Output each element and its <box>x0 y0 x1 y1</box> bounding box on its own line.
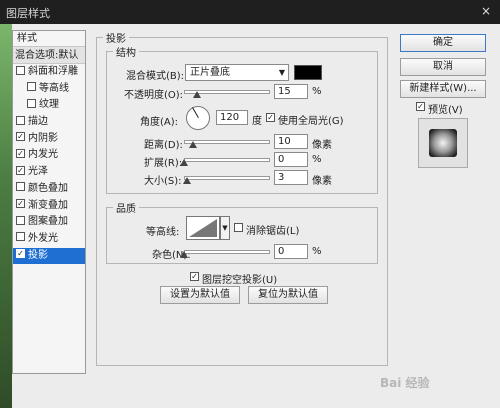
style-item-label: 斜面和浮雕 <box>28 66 78 77</box>
style-item-checkbox[interactable] <box>27 82 36 92</box>
opacity-label: 不透明度(O): <box>124 90 184 101</box>
structure-title: 结构 <box>116 48 136 59</box>
style-item-label: 渐变叠加 <box>28 199 68 211</box>
window-title: 图层样式 <box>6 7 50 20</box>
style-preview-thumbnail <box>418 118 468 168</box>
knockout-checkbox[interactable]: ✓ <box>190 272 199 281</box>
style-item-label: 光泽 <box>28 166 48 178</box>
spread-input[interactable]: 0 <box>274 152 308 167</box>
size-input[interactable]: 3 <box>274 170 308 185</box>
style-item[interactable]: 外发光 <box>13 231 85 248</box>
size-slider-thumb[interactable] <box>183 177 191 184</box>
angle-dial[interactable] <box>186 106 210 130</box>
style-item-label: 内阴影 <box>28 132 58 144</box>
style-item-label: 等高线 <box>39 82 69 94</box>
spread-label: 扩展(R): <box>144 158 183 169</box>
quality-title: 品质 <box>116 204 136 215</box>
style-item-checkbox[interactable]: ✓ <box>16 249 25 259</box>
contour-label: 等高线: <box>146 227 180 238</box>
style-item-label: 纹理 <box>39 99 59 111</box>
style-item[interactable]: ✓ 投影 <box>13 247 85 265</box>
style-item[interactable]: ✓ 渐变叠加 <box>13 198 85 215</box>
global-light-checkbox[interactable]: ✓ <box>266 113 275 122</box>
noise-slider[interactable] <box>184 250 270 254</box>
size-label: 大小(S): <box>144 176 182 187</box>
style-item[interactable]: 纹理 <box>13 97 85 114</box>
styles-header[interactable]: 样式 <box>13 31 85 47</box>
style-item[interactable]: ✓ 内发光 <box>13 147 85 164</box>
chevron-down-icon: ▼ <box>278 68 285 77</box>
reset-default-button[interactable]: 复位为默认值 <box>248 286 328 304</box>
angle-label: 角度(A): <box>140 117 179 128</box>
angle-input[interactable]: 120 <box>216 110 248 125</box>
noise-slider-thumb[interactable] <box>180 251 188 258</box>
antialias-label: 消除锯齿(L) <box>246 226 300 237</box>
title-bar: 图层样式 × <box>0 0 500 24</box>
style-item-checkbox[interactable] <box>27 98 36 108</box>
shadow-color-swatch[interactable] <box>294 65 322 80</box>
noise-unit: % <box>312 246 322 257</box>
drop-shadow-title: 投影 <box>106 34 126 45</box>
preview-label: 预览(V) <box>428 105 463 116</box>
style-item[interactable]: 等高线 <box>13 81 85 98</box>
style-item[interactable]: 斜面和浮雕 <box>13 64 85 81</box>
knockout-label: 图层挖空投影(U) <box>202 275 278 286</box>
cancel-button[interactable]: 取消 <box>400 58 486 76</box>
style-item-checkbox[interactable] <box>16 182 25 192</box>
style-item-checkbox[interactable] <box>16 115 25 125</box>
style-item-checkbox[interactable]: ✓ <box>16 148 25 158</box>
distance-label: 距离(D): <box>144 140 183 151</box>
new-style-button[interactable]: 新建样式(W)... <box>400 80 486 98</box>
opacity-unit: % <box>312 86 322 97</box>
close-icon[interactable]: × <box>478 3 494 19</box>
preview-checkbox[interactable]: ✓ <box>416 102 425 111</box>
style-item-checkbox[interactable]: ✓ <box>16 165 25 175</box>
style-item[interactable]: 颜色叠加 <box>13 181 85 198</box>
style-item[interactable]: ✓ 内阴影 <box>13 131 85 148</box>
size-unit: 像素 <box>312 176 332 187</box>
contour-picker[interactable]: ▼ <box>186 216 230 240</box>
style-item[interactable]: 描边 <box>13 114 85 131</box>
opacity-input[interactable]: 15 <box>274 84 308 99</box>
style-item-checkbox[interactable] <box>16 232 25 242</box>
style-item[interactable]: ✓ 光泽 <box>13 164 85 181</box>
style-item-label: 内发光 <box>28 149 58 161</box>
global-light-label: 使用全局光(G) <box>278 116 344 127</box>
ok-button[interactable]: 确定 <box>400 34 486 52</box>
style-item-checkbox[interactable] <box>16 65 25 75</box>
chevron-down-icon[interactable]: ▼ <box>220 216 230 240</box>
style-item-label: 投影 <box>28 249 48 261</box>
blend-options-item[interactable]: 混合选项:默认 <box>13 47 85 64</box>
distance-input[interactable]: 10 <box>274 134 308 149</box>
contour-curve-icon <box>189 219 217 237</box>
angle-unit: 度 <box>252 116 262 127</box>
blend-mode-label: 混合模式(B): <box>126 71 185 82</box>
styles-list: 样式 混合选项:默认 斜面和浮雕 等高线 纹理 描边 ✓ 内阴影 ✓ 内发光 ✓ 光泽 颜色叠加 ✓ 渐… <box>12 30 86 374</box>
style-item-checkbox[interactable] <box>16 215 25 225</box>
angle-needle <box>192 107 199 118</box>
style-item-label: 描边 <box>28 116 48 128</box>
spread-slider[interactable] <box>184 158 270 162</box>
style-item-checkbox[interactable]: ✓ <box>16 199 25 208</box>
distance-unit: 像素 <box>312 140 332 151</box>
style-item-checkbox[interactable]: ✓ <box>16 132 25 142</box>
style-item-label: 外发光 <box>28 232 58 244</box>
spread-unit: % <box>312 154 322 165</box>
spread-slider-thumb[interactable] <box>180 159 188 166</box>
preview-swatch <box>429 129 457 157</box>
make-default-button[interactable]: 设置为默认值 <box>160 286 240 304</box>
background-canvas-strip <box>0 24 12 408</box>
size-slider[interactable] <box>184 176 270 180</box>
style-item[interactable]: 图案叠加 <box>13 214 85 231</box>
drop-shadow-panel: 投影 结构 混合模式(B): 正片叠底 ▼ 不透明度(O): 15 % 角度(A… <box>96 30 390 370</box>
antialias-checkbox[interactable] <box>234 223 243 232</box>
style-item-label: 颜色叠加 <box>28 182 68 194</box>
noise-input[interactable]: 0 <box>274 244 308 259</box>
watermark: Bai 经验 <box>380 376 430 390</box>
blend-mode-select[interactable]: 正片叠底 ▼ <box>185 64 289 81</box>
distance-slider-thumb[interactable] <box>189 141 197 148</box>
style-item-label: 图案叠加 <box>28 216 68 228</box>
blend-mode-value: 正片叠底 <box>190 67 230 78</box>
opacity-slider-thumb[interactable] <box>192 91 201 98</box>
